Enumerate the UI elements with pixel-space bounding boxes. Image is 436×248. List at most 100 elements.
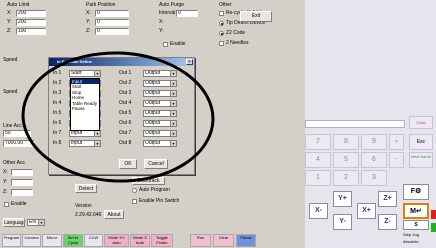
key-9[interactable]: 9: [361, 134, 387, 150]
in-function-select[interactable]: Start ▾: [69, 70, 101, 77]
m-button[interactable]: M↵: [403, 203, 429, 219]
auto-limit-z-input[interactable]: 100: [16, 28, 46, 35]
auto-program-radio[interactable]: [132, 188, 137, 193]
detect-button[interactable]: Detect: [75, 184, 97, 193]
ok-button[interactable]: OK: [119, 159, 137, 169]
out-function-value: Output: [145, 120, 161, 126]
language-button[interactable]: Language: [3, 218, 25, 227]
park-z-input[interactable]: 0: [95, 28, 129, 35]
park-x-input[interactable]: 0: [95, 10, 129, 17]
out-function-value: Output: [145, 70, 161, 76]
max-speed-input[interactable]: 7000.00: [3, 140, 35, 147]
other-acc-z-input[interactable]: [11, 189, 33, 196]
input-function-dialog: In Function Define × In 1 Start ▾ Out 1 Outp…: [48, 57, 195, 175]
jog-z-plus-button[interactable]: Z+: [378, 191, 397, 207]
key-5[interactable]: 5: [333, 152, 359, 168]
dialog-title-bar: In Function Define: [49, 58, 194, 66]
toolbar-button[interactable]: Run: [190, 234, 211, 247]
chevron-down-icon: ▾: [170, 101, 176, 106]
out-function-select[interactable]: Output ▾: [143, 140, 177, 147]
tip-detect-radio[interactable]: [219, 21, 224, 26]
spindle-icon: ⚙: [415, 188, 422, 195]
other-acc-enable-checkbox[interactable]: [4, 202, 9, 207]
exit-button[interactable]: Exit: [240, 11, 272, 22]
close-icon[interactable]: ×: [186, 59, 193, 65]
chevron-down-icon: ▾: [94, 141, 100, 146]
clear-key[interactable]: Clear: [409, 116, 433, 129]
out-function-select[interactable]: Output ▾: [143, 90, 177, 97]
next-name-key[interactable]: Next Name: [409, 152, 433, 168]
key-7[interactable]: 7: [305, 134, 331, 150]
in-function-select[interactable]: Input▾: [69, 130, 101, 137]
auto-purge-enable-checkbox[interactable]: [163, 42, 168, 47]
key-2[interactable]: 2: [333, 170, 359, 186]
auto-limit-x-input[interactable]: 200: [16, 10, 46, 17]
enable-pin-switch-checkbox[interactable]: [132, 199, 137, 204]
version-value: 2.29.42.646: [75, 212, 102, 218]
other-acc-y-label: Y:: [3, 179, 8, 185]
jog-y-plus-button[interactable]: Y+: [333, 191, 352, 207]
feed-button[interactable]: F⚙: [403, 184, 429, 200]
key-4[interactable]: 4: [305, 152, 331, 168]
toolbar-button[interactable]: Clear: [213, 234, 234, 247]
auto-purge-title: Auto Purge: [159, 2, 185, 8]
speed-group-title: Speed: [3, 57, 18, 63]
s-button[interactable]: S: [403, 220, 429, 230]
two-needles-checkbox[interactable]: [219, 41, 224, 46]
auto-purge-x-label: X:: [159, 19, 164, 25]
out-label: Out 7: [119, 130, 132, 136]
out-function-select[interactable]: Output ▾: [143, 120, 177, 127]
out-label: Out 4: [119, 100, 132, 106]
auto-limit-y-input[interactable]: 200: [16, 19, 46, 26]
out-function-select[interactable]: Output ▾: [143, 80, 177, 87]
toolbar-button[interactable]: CCW: [84, 234, 103, 247]
auto-purge-interval-input[interactable]: 0: [176, 10, 198, 17]
minus-key[interactable]: -: [389, 152, 404, 168]
out-function-select[interactable]: Output ▾: [143, 130, 177, 137]
chevron-down-icon: ▾: [170, 91, 176, 96]
out-label: Out 2: [119, 80, 132, 86]
jog-x-plus-button[interactable]: X+: [357, 203, 376, 219]
other-acc-x-input[interactable]: [11, 169, 33, 176]
key-x[interactable]: ×: [389, 134, 404, 150]
park-y-input[interactable]: 0: [95, 19, 129, 26]
in-function-select[interactable]: Input▾: [69, 140, 101, 147]
esc-key[interactable]: Esc: [409, 134, 433, 150]
key-6[interactable]: 6: [361, 152, 387, 168]
input-function-dropdown-list[interactable]: Input Start Stop Home Table Ready Pause: [70, 78, 100, 131]
toolbar-button[interactable]: Set to Cycle: [63, 234, 83, 247]
toolbar-button[interactable]: Program: [2, 234, 21, 247]
toolbar-button[interactable]: Mode XY Auto: [104, 234, 129, 247]
toolbar-button[interactable]: Camera: [22, 234, 41, 247]
jog-y-minus-button[interactable]: Y-: [333, 214, 352, 230]
cancel-button[interactable]: Cancel: [144, 159, 168, 169]
out-function-value: Output: [145, 140, 161, 146]
line-acc-input[interactable]: 50: [3, 130, 31, 137]
out-function-select[interactable]: Output ▾: [143, 110, 177, 117]
out-label: Out 8: [119, 140, 132, 146]
chevron-down-icon: ▾: [170, 141, 176, 146]
out-function-value: Output: [145, 90, 161, 96]
about-button[interactable]: About: [104, 210, 124, 219]
in-label: In 3: [53, 90, 62, 96]
toolbar-button[interactable]: Pause: [236, 234, 256, 247]
toolbar-button[interactable]: Mode Z Auto: [130, 234, 150, 247]
key-8[interactable]: 8: [333, 134, 359, 150]
dialog-title: In Function Define: [57, 59, 92, 64]
dropdown-option[interactable]: Pause: [71, 106, 99, 111]
chevron-down-icon: ▾: [170, 81, 176, 86]
language-select[interactable]: EN ▾: [27, 219, 45, 226]
key-1[interactable]: 1: [305, 170, 331, 186]
toolbar-button[interactable]: Toggle Finder: [151, 234, 173, 247]
recycle-validator-checkbox[interactable]: [219, 11, 224, 16]
key-3[interactable]: 3: [361, 170, 387, 186]
chevron-down-icon: ▾: [170, 121, 176, 126]
toolbar-button[interactable]: Mirror: [42, 234, 62, 247]
jog-z-minus-button[interactable]: Z-: [378, 214, 397, 230]
out-function-select[interactable]: Output ▾: [143, 100, 177, 107]
z2-code-radio[interactable]: [219, 31, 224, 36]
backtrack-button[interactable]: Backtrack: [132, 177, 165, 185]
other-acc-y-input[interactable]: [11, 179, 33, 186]
out-function-select[interactable]: Output ▾: [143, 70, 177, 77]
jog-x-minus-button[interactable]: X-: [309, 203, 328, 219]
